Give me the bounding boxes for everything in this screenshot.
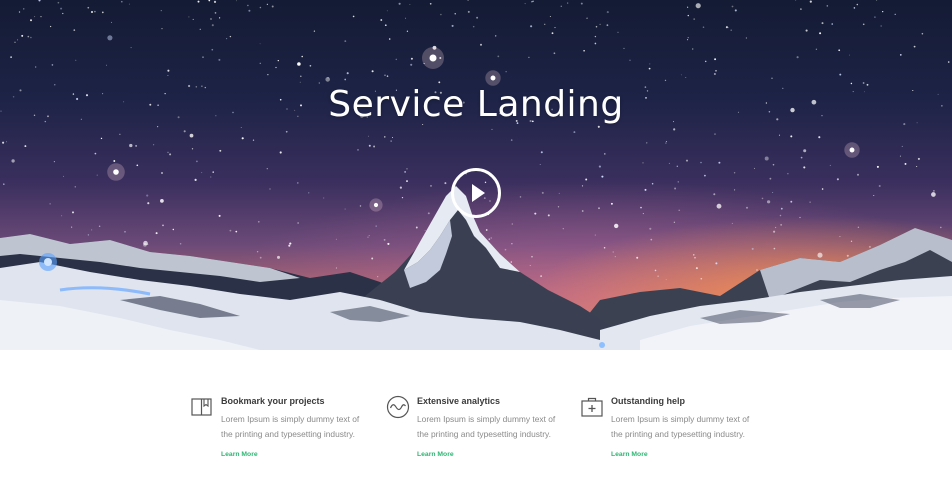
feature-body: Outstanding help Lorem Ipsum is simply d… (611, 395, 761, 458)
learn-more-link[interactable]: Learn More (611, 451, 761, 458)
learn-more-link[interactable]: Learn More (417, 451, 567, 458)
feature-description: Lorem Ipsum is simply dummy text of the … (221, 414, 360, 439)
feature-title: Outstanding help (611, 396, 685, 406)
features-section: Bookmark your projects Lorem Ipsum is si… (0, 350, 952, 483)
learn-more-link[interactable]: Learn More (221, 451, 371, 458)
book-icon (191, 398, 212, 416)
play-button[interactable] (451, 168, 501, 218)
feature-title: Bookmark your projects (221, 396, 325, 406)
feature-body: Bookmark your projects Lorem Ipsum is si… (221, 395, 371, 458)
feature-description: Lorem Ipsum is simply dummy text of the … (611, 414, 750, 439)
hero-banner: Service Landing (0, 0, 952, 350)
feature-body: Extensive analytics Lorem Ipsum is simpl… (417, 395, 567, 458)
play-icon (472, 184, 485, 202)
feature-title: Extensive analytics (417, 396, 501, 406)
hero-title: Service Landing (328, 84, 624, 125)
medical-kit-icon (581, 397, 603, 417)
feature-description: Lorem Ipsum is simply dummy text of the … (417, 414, 556, 439)
pulse-icon (386, 395, 410, 419)
